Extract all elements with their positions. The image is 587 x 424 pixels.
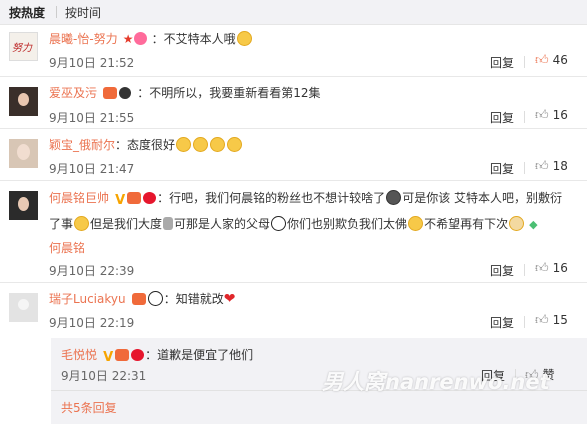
comment-text: 了事 [49, 217, 74, 231]
comment-text: 可那是人家的父母 [174, 217, 271, 231]
cry-emoji-icon [193, 137, 209, 152]
smirk-emoji-icon [408, 216, 424, 231]
avatar-placeholder [18, 299, 29, 310]
vip-crown-icon [119, 87, 132, 99]
smile-emoji-icon [236, 31, 252, 46]
laugh-emoji-icon [74, 216, 90, 231]
action-separator [524, 111, 525, 123]
comment-text: ：不明所以，我要重新看看第12集 [137, 86, 321, 100]
like-count: 16 [552, 261, 568, 275]
cry-emoji-icon [176, 137, 192, 152]
verified-v-icon: V [103, 350, 114, 365]
comment-time: 9月10日 21:55 [49, 111, 135, 125]
heart-icon [133, 32, 147, 45]
member-badge-icon [131, 293, 146, 305]
cry-emoji-icon [210, 137, 226, 152]
like-button[interactable]: 👍︎ 16 [535, 108, 568, 123]
avatar[interactable] [9, 87, 38, 116]
comment-author-name[interactable]: 爱巫及污 [49, 86, 97, 100]
sort-by-time[interactable]: 按时间 [65, 4, 101, 21]
heart-icon: ❤ [223, 291, 236, 307]
comment-item: 何晨铭巨帅 V ：行吧，我们何晨铭的粉丝也不想计较啥了 可是你该 艾特本人吧，别敷衍… [0, 181, 587, 281]
shock-emoji-icon [386, 190, 402, 205]
reply-author-name[interactable]: 毛悦悦 [61, 348, 97, 362]
comment-text: ：行吧，我们何晨铭的粉丝也不想计较啥了 [157, 191, 386, 205]
cry-emoji-icon [227, 137, 243, 152]
sort-bar: 按热度 按时间 [0, 0, 587, 25]
action-separator [524, 264, 525, 276]
like-button[interactable]: 👍︎ 46 [535, 53, 568, 68]
weibo-icon [131, 349, 145, 361]
comment-item: 瑞子Luciakyu ：知错就改❤ 9月10日 22:19 回复 👍︎ 15 [0, 283, 587, 333]
diamond-icon: ◆ [529, 218, 538, 231]
weibo-icon [143, 192, 157, 204]
like-count: 18 [552, 159, 568, 173]
thumb-up-icon: 👍︎ [535, 53, 549, 68]
like-count: 16 [552, 108, 568, 122]
reply-button[interactable]: 回复 [490, 109, 514, 126]
comment-time: 9月10日 22:39 [49, 264, 135, 278]
panda-emoji-icon [147, 291, 163, 306]
comment-author-name[interactable]: 何晨铭巨帅 [49, 191, 109, 205]
reply-button[interactable]: 回复 [490, 314, 514, 331]
member-badge-icon [127, 192, 142, 204]
comment-text: 不希望再有下次 [424, 217, 509, 231]
avatar[interactable] [9, 191, 38, 220]
member-badge-icon [115, 349, 130, 361]
like-button[interactable]: 👍︎ 16 [535, 261, 568, 276]
comment-item: 颖宝_俄耐尔：态度很好 9月10日 21:47 回复 👍︎ 18 [0, 129, 587, 179]
reply-button[interactable]: 回复 [490, 160, 514, 177]
comment-text: 但是我们大度 [90, 217, 163, 231]
avatar-face [18, 197, 29, 211]
sort-separator [56, 6, 57, 18]
comment-author-name[interactable]: 颖宝_俄耐尔 [49, 138, 115, 152]
avatar[interactable]: 努力 [9, 32, 38, 61]
watermark: 男人窝nanrenwo.net [322, 370, 550, 394]
like-count: 46 [552, 53, 568, 67]
reply-text: ：道歉是便宜了他们 [145, 348, 254, 362]
action-separator [524, 316, 525, 328]
action-separator [524, 162, 525, 174]
member-badge-icon [103, 87, 118, 99]
comment-item: 爱巫及污 ：不明所以，我要重新看看第12集 9月10日 21:55 回复 👍︎ 1… [0, 77, 587, 127]
comment-time: 9月10日 21:52 [49, 56, 135, 70]
thumb-up-icon: 👍︎ [535, 159, 549, 174]
comment-author-name[interactable]: 晨曦-怡-努力 [49, 32, 118, 46]
comment-time: 9月10日 22:19 [49, 316, 135, 330]
verified-v-icon: V [115, 193, 126, 208]
like-button[interactable]: 👍︎ 15 [535, 313, 568, 328]
thumb-up-icon: 👍︎ [535, 313, 549, 328]
mention-link[interactable]: 何晨铭 [49, 241, 85, 255]
comment-text: ：知错就改 [163, 292, 224, 306]
reply-time: 9月10日 22:31 [61, 369, 147, 383]
comment-item: 努力 晨曦-怡-努力 ★ ：不艾特本人哦 9月10日 21:52 回复 👍︎ 46 [0, 24, 587, 74]
reply-button[interactable]: 回复 [490, 262, 514, 279]
like-button[interactable]: 👍︎ 18 [535, 159, 568, 174]
reply-button[interactable]: 回复 [490, 54, 514, 71]
avatar-face [18, 93, 29, 106]
action-separator [524, 56, 525, 68]
microphone-icon [163, 217, 174, 230]
panda-emoji-icon [271, 216, 287, 231]
thumb-up-icon: 👍︎ [535, 108, 549, 123]
comment-author-name[interactable]: 瑞子Luciakyu [49, 292, 126, 306]
comment-text: 你们也别欺负我们太佛 [287, 217, 408, 231]
comment-text: ：不艾特本人哦 [151, 32, 236, 46]
comment-text: ：态度很好 [115, 138, 176, 152]
more-replies-link[interactable]: 共5条回复 [61, 399, 117, 416]
like-count: 15 [552, 313, 568, 327]
star-icon: ★ [122, 32, 134, 46]
sort-by-hot[interactable]: 按热度 [9, 4, 45, 21]
avatar[interactable] [9, 293, 38, 322]
avatar-face [17, 144, 30, 160]
comment-text: 可是你该 艾特本人吧，别敷衍 [402, 191, 563, 205]
avatar-text: 努力 [12, 43, 32, 54]
thumb-up-icon: 👍︎ [535, 261, 549, 276]
avatar[interactable] [9, 139, 38, 168]
doge-emoji-icon [509, 216, 525, 231]
comment-time: 9月10日 21:47 [49, 162, 135, 176]
